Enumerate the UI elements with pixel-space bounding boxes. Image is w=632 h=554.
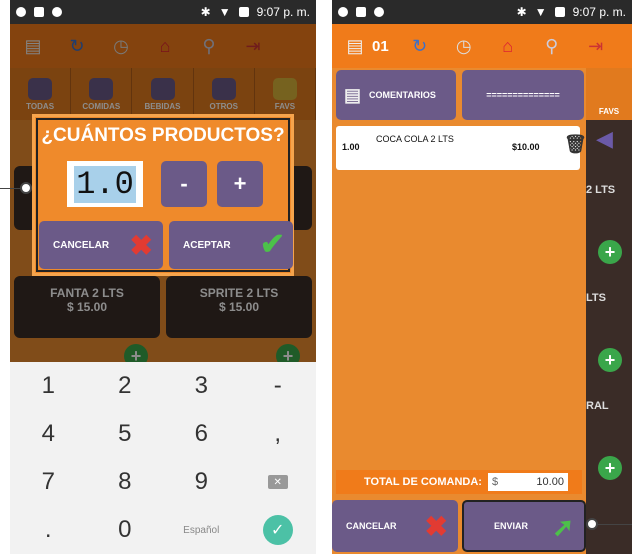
battery-icon	[554, 7, 565, 17]
item-qty: 1.00	[342, 142, 360, 152]
quantity-dialog: ¿CUÁNTOS PRODUCTOS? 1.0 - + CANCELAR ✖ A…	[32, 114, 294, 276]
cancel-label: CANCELAR	[346, 521, 397, 531]
wifi-icon: ▼	[534, 5, 547, 19]
wifi-icon: ▼	[218, 5, 231, 19]
callout-marker	[20, 182, 32, 194]
send-arrow-icon: ➚	[552, 512, 574, 542]
increment-button[interactable]: +	[217, 161, 263, 207]
key-5[interactable]: 5	[87, 410, 164, 458]
app-icon	[52, 7, 62, 17]
total-value: 10.00	[536, 476, 564, 488]
backspace-icon: ✕	[267, 475, 288, 489]
total-currency: $	[491, 476, 499, 488]
callout-marker	[586, 518, 598, 530]
notification-icon	[338, 7, 348, 17]
bluetooth-icon: ✱	[516, 5, 527, 19]
side-label: 2 LTS	[586, 184, 616, 196]
cancel-order-button[interactable]: CANCELAR ✖	[332, 500, 458, 552]
numeric-keyboard: 1 2 3 - 4 5 6 , 7 8 9 ✕ . 0 Español ✓	[10, 362, 316, 554]
add-icon[interactable]: +	[598, 456, 622, 480]
comments-button[interactable]: ▤ COMENTARIOS	[336, 70, 456, 120]
dialog-title: ¿CUÁNTOS PRODUCTOS?	[41, 125, 285, 146]
image-icon	[356, 7, 366, 17]
comments-label: COMENTARIOS	[369, 90, 436, 100]
bluetooth-icon: ✱	[200, 5, 211, 19]
clock-icon[interactable]: ◷	[451, 33, 477, 59]
key-6[interactable]: 6	[163, 410, 240, 458]
key-8[interactable]: 8	[87, 458, 164, 506]
exit-icon[interactable]: ⇥	[583, 33, 609, 59]
image-icon	[34, 7, 44, 17]
accept-label: ACEPTAR	[183, 239, 231, 251]
left-screen: ✱ ▼ 9:07 p. m. ▤ ↻ ◷ ⌂ ⚲ ⇥ TODAS COMIDAS…	[10, 0, 316, 554]
cancel-label: CANCELAR	[53, 239, 110, 251]
status-time: 9:07 p. m.	[256, 5, 310, 19]
check-icon: ✔	[259, 228, 285, 261]
status-bar: ✱ ▼ 9:07 p. m.	[10, 0, 316, 24]
send-order-button[interactable]: ENVIAR ➚	[462, 500, 586, 552]
trash-icon[interactable]: 🗑	[564, 134, 587, 155]
battery-icon	[238, 7, 249, 17]
key-0[interactable]: 0	[87, 506, 164, 554]
key-4[interactable]: 4	[10, 410, 87, 458]
app-icon	[374, 7, 384, 17]
item-name: COCA COLA 2 LTS	[376, 134, 454, 144]
callout-line	[0, 188, 22, 189]
quantity-value: 1.0	[74, 165, 136, 203]
check-icon: ✓	[262, 515, 293, 545]
side-label: RAL	[586, 400, 609, 412]
key-3[interactable]: 3	[163, 362, 240, 410]
notepad-icon: ▤	[344, 84, 362, 105]
key-7[interactable]: 7	[10, 458, 87, 506]
quantity-input[interactable]: 1.0	[67, 161, 143, 207]
total-field: $ 10.00	[487, 473, 568, 491]
order-number: 01	[372, 37, 389, 55]
status-bar: ✱ ▼ 9:07 p. m.	[332, 0, 632, 24]
side-label: FAVS	[598, 107, 620, 116]
accept-button[interactable]: ACEPTAR ✔	[169, 221, 293, 269]
key-minus[interactable]: -	[240, 362, 317, 410]
decrement-button[interactable]: -	[161, 161, 207, 207]
send-label: ENVIAR	[494, 521, 529, 531]
backspace-key[interactable]: ✕	[240, 458, 317, 506]
cancel-button[interactable]: CANCELAR ✖	[39, 221, 163, 269]
language-key[interactable]: Español	[163, 506, 240, 554]
order-item-row[interactable]: 1.00 COCA COLA 2 LTS $10.00 🗑	[336, 126, 587, 170]
status-time: 9:07 p. m.	[572, 5, 626, 19]
add-icon[interactable]: +	[598, 348, 622, 372]
toolbar: ▤ 01 ↻ ◷ ⌂ ⚲ ⇥	[332, 24, 632, 68]
item-price: $10.00	[512, 142, 540, 152]
side-tab-favs[interactable]: FAVS	[586, 68, 632, 120]
key-comma[interactable]: ,	[240, 410, 317, 458]
side-product-strip: FAVS ◀ 2 LTS + LTS + RAL +	[586, 68, 632, 554]
callout-line	[598, 524, 632, 525]
done-key[interactable]: ✓	[240, 506, 317, 554]
add-icon[interactable]: +	[598, 240, 622, 264]
side-label: LTS	[586, 292, 606, 304]
total-label: TOTAL DE COMANDA:	[364, 476, 482, 488]
key-1[interactable]: 1	[10, 362, 87, 410]
order-total-bar: TOTAL DE COMANDA: $ 10.00	[336, 470, 582, 494]
right-screen: ✱ ▼ 9:07 p. m. ▤ 01 ↻ ◷ ⌂ ⚲ ⇥ FAVS ◀ 2 L…	[332, 0, 632, 554]
search-icon[interactable]: ⚲	[539, 33, 565, 59]
extra-button[interactable]: ==============	[462, 70, 584, 120]
key-2[interactable]: 2	[87, 362, 164, 410]
notification-icon	[16, 7, 26, 17]
home-icon[interactable]: ⌂	[495, 33, 521, 59]
close-icon: ✖	[129, 230, 153, 261]
refresh-icon[interactable]: ↻	[407, 33, 433, 59]
back-arrow-icon[interactable]: ◀	[596, 126, 613, 152]
close-icon: ✖	[424, 511, 448, 542]
key-period[interactable]: .	[10, 506, 87, 554]
key-9[interactable]: 9	[163, 458, 240, 506]
notepad-icon[interactable]: ▤	[342, 33, 368, 59]
